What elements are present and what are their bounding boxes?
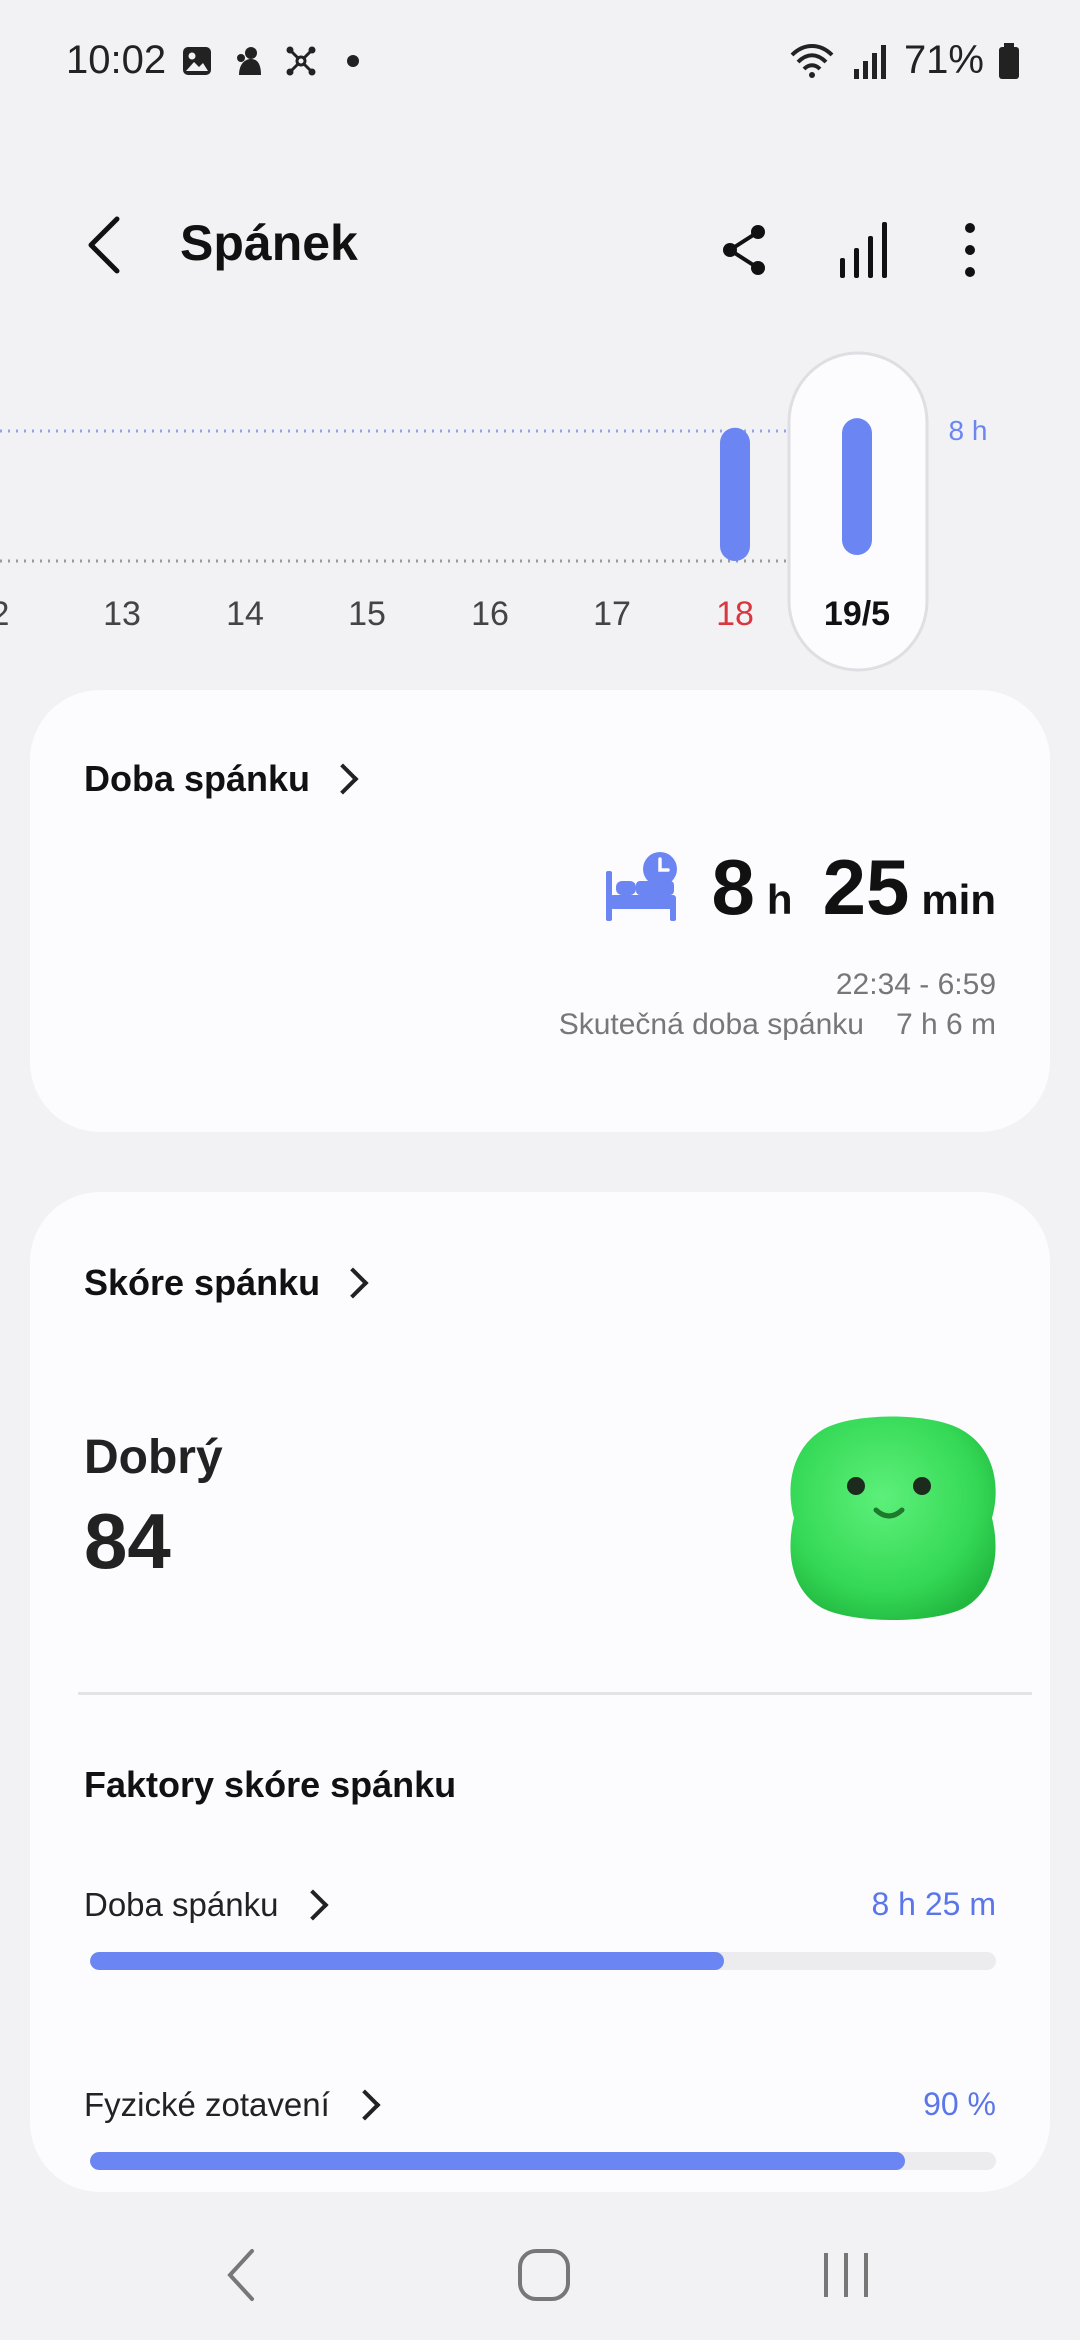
bar-chart-icon [840,222,887,278]
duration-minutes-unit: min [921,876,996,923]
factor-physical-recovery-label[interactable]: Fyzické zotavení [84,2086,381,2124]
character-icon [237,47,261,75]
x-tick-label[interactable]: 18 [716,595,754,633]
statistics-button[interactable] [824,210,904,290]
sleep-duration-chart[interactable]: 8 h 2 13 14 15 16 17 18 19/5 [0,340,1080,680]
status-time: 10:02 [66,38,167,82]
x-tick-label[interactable]: 19/5 [824,595,890,633]
x-tick-label[interactable]: 17 [593,595,631,633]
wifi-icon [790,43,834,78]
factor-sleep-time-label[interactable]: Doba spánku [84,1886,330,1924]
x-tick-label[interactable]: 15 [348,595,386,633]
actual-sleep-row: Skutečná doba spánku 7 h 6 m [559,1008,996,1042]
battery-icon [999,42,1019,79]
x-tick-label[interactable]: 2 [0,595,9,633]
more-options-button[interactable] [930,210,1010,290]
nav-back-icon [227,2249,254,2301]
chevron-right-icon [337,1267,369,1299]
factor-physical-recovery-bar [90,2152,996,2170]
duration-hours-unit: h [766,876,793,923]
connected-devices-icon [286,46,316,76]
navigation-bar [0,2210,1080,2340]
dot-icon [347,55,359,67]
chevron-right-icon [297,1889,330,1921]
page-title: Spánek [180,215,358,271]
factor-physical-recovery-value: 90 % [923,2086,996,2122]
chevron-right-icon [327,763,359,795]
system-status-icons: 71% [788,38,1020,83]
more-vert-icon [965,223,975,277]
back-button[interactable] [70,210,140,280]
app-bar: Spánek [0,190,1080,300]
status-bar: 10:02 71% [0,0,1080,130]
back-arrow-icon [88,216,120,274]
x-tick-label[interactable]: 16 [471,595,509,633]
gallery-icon [183,47,211,75]
sleep-time-title-label: Doba spánku [84,758,311,799]
score-rating: Dobrý [84,1431,223,1484]
sleep-bar[interactable] [720,427,750,561]
x-tick-label[interactable]: 14 [226,595,264,633]
factor-label-text: Fyzické zotavení [84,2086,330,2123]
factor-sleep-time-bar [90,1952,996,1970]
mascot-icon [790,1416,996,1620]
chevron-right-icon [349,2089,381,2121]
share-button[interactable] [704,210,784,290]
nav-home-icon [518,2249,570,2301]
duration-minutes: 25 [822,843,910,931]
sleep-time-card[interactable]: Doba spánku 8 h 25 min 22:34 - 6:59 Skut… [30,690,1050,1132]
nav-back-button[interactable] [192,2230,292,2320]
sleep-duration-value: 8 h 25 min [602,842,996,933]
duration-hours: 8 [711,843,755,931]
factor-bar-fill [90,2152,906,2170]
nav-recents-icon [824,2253,868,2297]
reference-label: 8 h [949,415,988,446]
sleep-time-title[interactable]: Doba spánku [84,758,359,800]
score-value: 84 [84,1497,171,1585]
sleep-score-title-label: Skóre spánku [84,1262,321,1303]
sleep-score-title[interactable]: Skóre spánku [84,1262,369,1304]
nav-home-button[interactable] [494,2230,594,2320]
sleep-time-range: 22:34 - 6:59 [835,968,996,1001]
actual-sleep-value: 7 h 6 m [895,1008,996,1041]
sleep-score-card[interactable]: Skóre spánku Dobrý 84 Faktory skóre spán… [30,1192,1050,2192]
notification-icons [180,44,370,78]
battery-percent: 71% [903,38,984,82]
signal-icon [853,44,886,79]
factor-label-text: Doba spánku [84,1886,279,1923]
factors-title: Faktory skóre spánku [84,1764,457,1805]
score-divider [78,1692,1032,1695]
factor-sleep-time-value: 8 h 25 m [871,1886,996,1922]
bed-clock-icon [605,851,677,921]
factor-bar-fill [90,1952,725,1970]
nav-recents-button[interactable] [796,2230,896,2320]
sleep-bar[interactable] [842,418,872,555]
actual-sleep-label: Skutečná doba spánku [558,1008,864,1041]
x-tick-label[interactable]: 13 [103,595,141,633]
share-icon [723,225,765,275]
